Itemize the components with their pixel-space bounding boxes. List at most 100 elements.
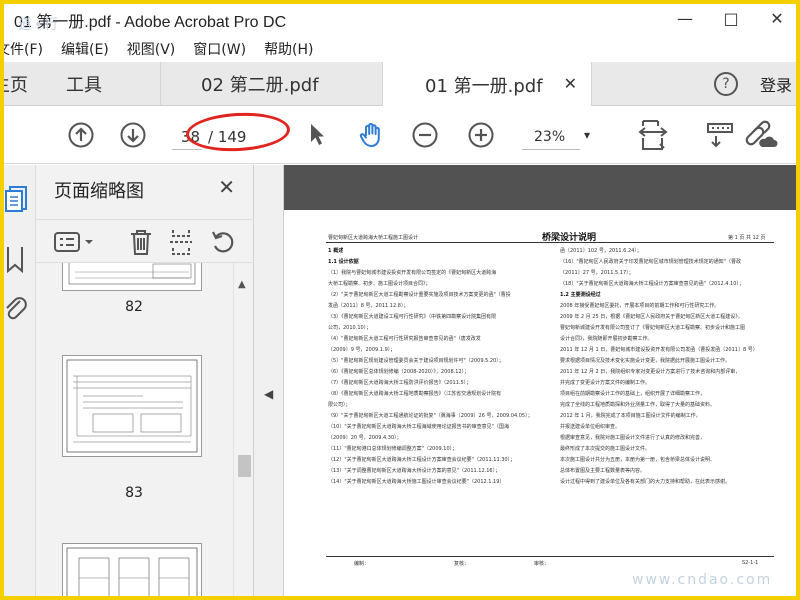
bookmark-icon[interactable] — [4, 245, 30, 274]
thumbnail-page-84[interactable] — [62, 543, 202, 600]
options-icon[interactable] — [52, 228, 96, 256]
attachment-icon[interactable] — [4, 295, 30, 321]
doc-left-line: （9）"关于曹妃甸新区大道工程通航论证的批复"（冀海事〔2009〕26 号，20… — [328, 413, 533, 419]
tab-tools[interactable]: 工具 — [66, 62, 102, 106]
zoom-dropdown-icon[interactable]: ▾ — [584, 128, 590, 142]
doc-left-line: （4）"曹妃甸新区大道工程可行性研究报告审查意见的函"（唐发改发 — [328, 336, 481, 342]
doc-left-line: （14）"关于曹妃甸新区大道跨海大桥施工图设计审查会议纪要"（2012.1.19… — [328, 479, 505, 485]
thumbnail-scrollbar[interactable]: ▲ — [233, 263, 253, 600]
doc-right-line: 并完成了变更设计方案文件的编制工作。 — [560, 380, 651, 386]
thumbnail-label-82: 82 — [125, 299, 143, 315]
zoom-in-icon[interactable] — [466, 120, 496, 150]
panel-close-icon[interactable]: ✕ — [218, 175, 235, 199]
tab-document-1[interactable]: 01 第一册.pdf ✕ — [382, 62, 592, 107]
menu-edit[interactable]: 编辑(E) — [61, 39, 109, 59]
doc-right-line: 设计过程中得到了建设单位及各有关部门的大力支持和帮助，在此表示感谢。 — [560, 479, 731, 485]
doc-right-line: 设计合同》，我院随即开展初步勘察工作。 — [560, 336, 653, 342]
thumbnails-icon[interactable] — [4, 185, 30, 212]
link-cloud-icon[interactable] — [740, 120, 780, 150]
doc-right-line: 完成了全线的工程地质勘探和外业测量工作，取得了大量的基础资料。 — [560, 402, 716, 408]
doc-right-line: （16）"曹妃甸区人民政府关于印发曹妃甸区城市规划管理技术规定的通知"（曹政 — [560, 259, 741, 265]
tab-tools-label: 工具 — [66, 75, 102, 96]
doc-left-line: 限公司）； — [328, 402, 351, 408]
doc-footer-rule — [326, 556, 774, 557]
doc-header-rule — [326, 242, 774, 243]
tab-document-2[interactable]: 02 第二册.pdf — [160, 62, 380, 106]
tab-close-icon[interactable]: ✕ — [564, 74, 577, 93]
tab-document-2-label: 02 第二册.pdf — [201, 75, 319, 96]
thumbnail-page-83[interactable] — [62, 355, 202, 457]
document-view[interactable]: 曹妃甸新区大道跨海大桥工程施工图设计 桥梁设计说明 第 1 页 共 12 页 1… — [284, 165, 800, 600]
keyboard-icon[interactable] — [704, 120, 738, 150]
document-page: 曹妃甸新区大道跨海大桥工程施工图设计 桥梁设计说明 第 1 页 共 12 页 1… — [284, 210, 800, 600]
fit-page-icon[interactable] — [636, 120, 670, 150]
doc-left-line: （7）《曹妃甸新区大道跨海大桥工程防洪评价报告》（2011.5）； — [328, 380, 472, 386]
doc-left-line: 大桥工程勘察、初步、施工图设计项目合同》； — [328, 281, 431, 287]
menu-file[interactable]: 文件(F) — [0, 39, 43, 59]
doc-footer-compiled: 编制： — [354, 561, 370, 567]
close-window-button[interactable]: ✕ — [754, 0, 800, 36]
doc-right-line: 总体布置图及主要工程数量表等内容。 — [560, 468, 646, 474]
arrow-down-icon[interactable] — [118, 120, 148, 150]
watermark-bottom: www.cndao.com — [632, 572, 773, 588]
menu-bar: 文件(F) 编辑(E) 视图(V) 窗口(W) 帮助(H) — [0, 36, 800, 62]
doc-footer-code: S2-1-1 — [742, 560, 759, 566]
doc-left-line: （13）"关于调整曹妃甸新区大道跨海大桥设计方案的意见"（2011.12.16）… — [328, 468, 501, 474]
doc-left-line: 〔2009〕9 号，2009.1.9）； — [328, 347, 396, 353]
trash-icon[interactable] — [126, 228, 156, 256]
doc-footer-approved: 审核： — [534, 561, 550, 567]
thumbnail-panel: 页面缩略图 ✕ 82 83 ▲ — [36, 165, 254, 600]
collapse-arrow-icon[interactable]: ◀ — [264, 387, 273, 401]
login-button[interactable]: 登录 — [760, 62, 792, 106]
doc-right-line: 〔2011〕27 号，2011.5.17）； — [560, 270, 634, 276]
thumbnail-page-82[interactable] — [62, 263, 202, 291]
doc-right-line: （18）"关于曹妃甸新区大道跨海大桥工程设计方案审查意见的函"（2012.4.1… — [560, 281, 744, 287]
navigation-rail — [0, 165, 36, 600]
doc-left-line: （10）"关于曹妃甸新区大道跨海大桥工程海域使用论证报告书的审查意见"（国海 — [328, 424, 509, 430]
menu-help[interactable]: 帮助(H) — [264, 39, 313, 59]
toolbar: 38 / 149 23% ▾ — [0, 106, 800, 164]
doc-footer-reviewed: 复核： — [454, 561, 470, 567]
extract-icon[interactable] — [166, 228, 196, 256]
zoom-input[interactable]: 23% — [522, 124, 580, 150]
tab-home[interactable]: 主页 — [0, 62, 28, 106]
doc-left-line: 1.1 设计依据 — [328, 259, 359, 265]
scrollbar-thumb[interactable] — [238, 455, 251, 477]
scroll-up-icon[interactable]: ▲ — [238, 279, 246, 290]
maximize-button[interactable]: □ — [708, 0, 754, 36]
doc-right-line: 函〔2011〕102 号，2011.6.24）； — [560, 248, 642, 254]
doc-left-line: （3）《曹妃甸新区大道建设工程可行性研究》（中铁第四勘察设计院集团有限 — [328, 314, 497, 320]
minimize-button[interactable]: — — [662, 0, 708, 36]
hand-icon[interactable] — [356, 120, 386, 150]
doc-left-line: （11）"曹妃甸港口总体规划修编调整方案"（2009.10）； — [328, 446, 458, 452]
doc-right-line: 2009 年 2 月 25 日，根据《曹妃甸区人民政府关于曹妃甸区新区大道工程建… — [560, 314, 743, 320]
arrow-up-icon[interactable] — [66, 120, 96, 150]
help-icon[interactable]: ? — [714, 72, 738, 96]
title-bar: 01 第一册.pdf - Adobe Acrobat Pro DC 道•行 — … — [0, 0, 800, 36]
menu-window[interactable]: 窗口(W) — [193, 39, 246, 59]
tab-bar: 主页 工具 02 第二册.pdf 01 第一册.pdf ✕ ? 登录 — [0, 62, 800, 107]
panel-collapse-strip[interactable]: ◀ — [254, 165, 284, 600]
doc-header-right: 第 1 页 共 12 页 — [728, 235, 766, 241]
doc-right-line: 要求根据项目情况及技术变化实施设计变更，我院据此开展施工图设计工作。 — [560, 358, 731, 364]
thumbnail-label-83: 83 — [125, 485, 143, 501]
doc-left-line: 发函〔2011〕8 号，2011.12.8）； — [328, 303, 409, 309]
doc-right-line: 1.2 主要测设经过 — [560, 292, 601, 298]
cursor-icon[interactable] — [302, 120, 332, 150]
doc-right-line: 2008 年接受曹妃甸区委托，开展本项目的前期工作和可行性研究工作。 — [560, 303, 720, 309]
doc-right-column: 函〔2011〕102 号，2011.6.24）； （16）"曹妃甸区人民政府关于印… — [560, 246, 772, 546]
tab-home-label: 主页 — [0, 75, 28, 96]
doc-left-line: 1 概述 — [328, 248, 344, 254]
doc-left-column: 1 概述 1.1 设计依据 （1）我院与曹妃甸城市建设投资开发有限公司签定的《曹妃甸… — [328, 246, 540, 546]
panel-toolbar — [36, 219, 254, 263]
doc-left-line: （12）"关于曹妃甸新区大道跨海大桥工程设计方案审查会议纪要"（2011.11.… — [328, 457, 516, 463]
doc-left-line: （1）我院与曹妃甸城市建设投资开发有限公司签定的《曹妃甸新区大道跨海 — [328, 270, 497, 276]
doc-left-line: （6）《曹妃甸新区总体规划修编（2008-2020）》，2008.12）； — [328, 369, 470, 375]
zoom-out-icon[interactable] — [410, 120, 440, 150]
doc-header-left: 曹妃甸新区大道跨海大桥工程施工图设计 — [328, 235, 419, 241]
doc-right-line: 最终形成了本次提交的施工图设计文件。 — [560, 446, 651, 452]
menu-view[interactable]: 视图(V) — [127, 39, 176, 59]
doc-right-line: 并报送建设单位组织审查。 — [560, 424, 621, 430]
doc-left-line: （8）《曹妃甸新区大道跨海大桥工程地质勘察报告》（江苏省交通规划设计院有 — [328, 391, 502, 397]
rotate-icon[interactable] — [208, 228, 238, 256]
